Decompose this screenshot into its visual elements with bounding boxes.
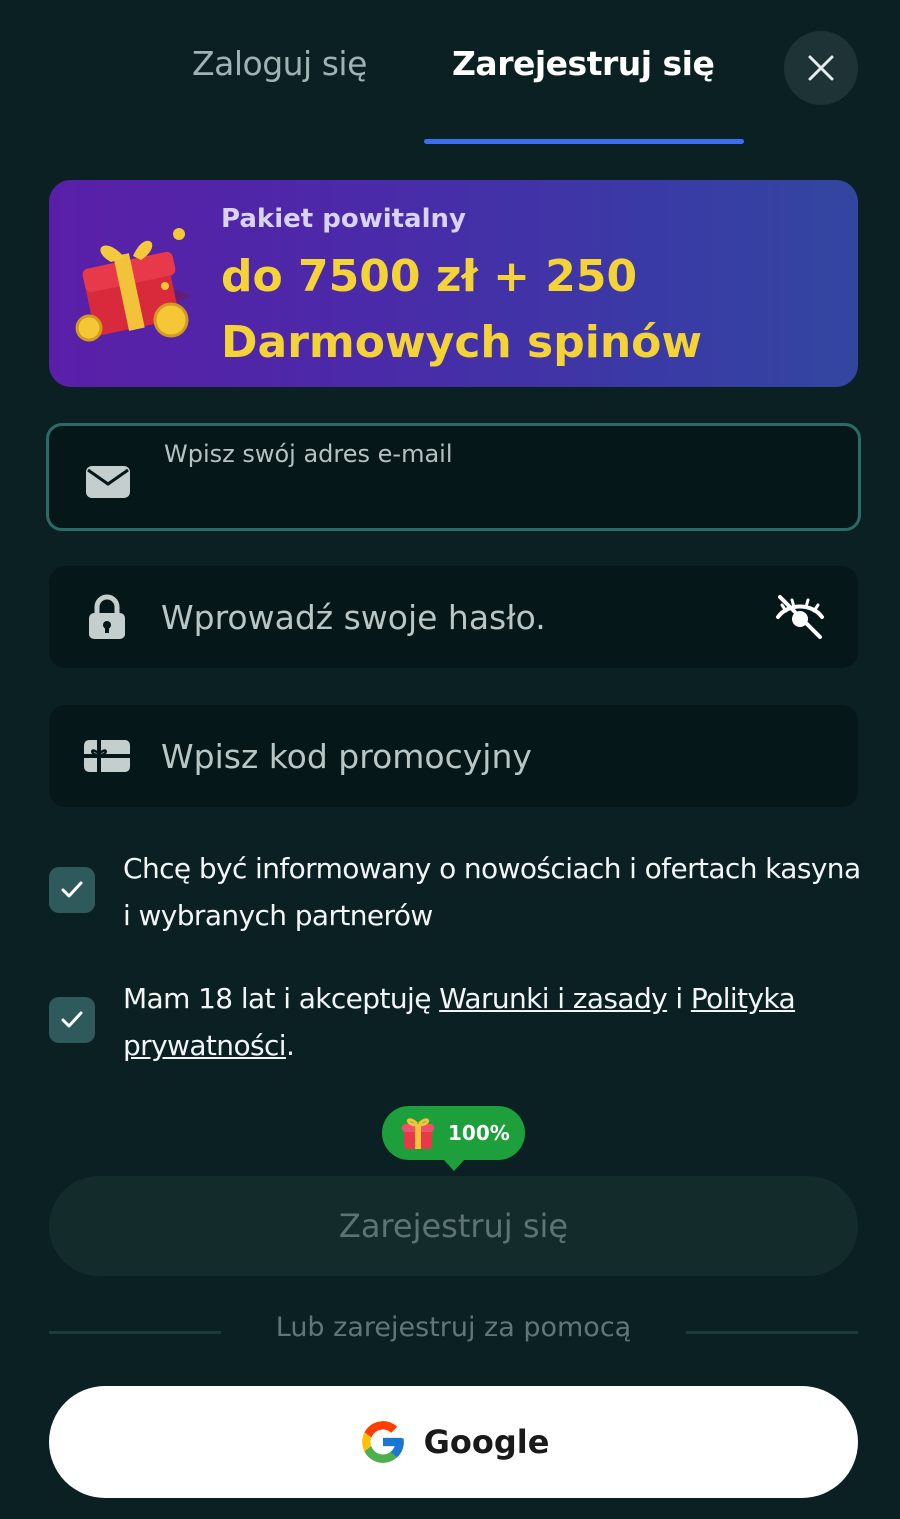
email-field-label: Wpisz swój adres e-mail [164, 440, 453, 468]
banner-kicker: Pakiet powitalny [221, 204, 466, 234]
gift-icon [402, 1118, 434, 1149]
checkmark-icon [61, 1011, 83, 1028]
eye-off-icon[interactable] [774, 591, 826, 643]
banner-title-line-1: do 7500 zł + 250 [221, 251, 638, 302]
newsletter-consent-text: Chcę być informowany o nowościach i ofer… [123, 852, 861, 932]
password-input[interactable] [161, 566, 761, 668]
gift-with-coins-icon [75, 228, 189, 342]
terms-text-before: Mam 18 lat i akceptuję [123, 982, 440, 1015]
registration-modal: Zaloguj się Zarejestruj się Pakiet powit… [0, 0, 900, 1519]
close-icon [808, 55, 834, 81]
banner-title-line-2: Darmowych spinów [221, 317, 703, 368]
close-button[interactable] [784, 31, 858, 105]
active-tab-indicator [424, 139, 744, 144]
tab-register[interactable]: Zarejestruj się [452, 44, 715, 83]
lock-icon [89, 594, 125, 639]
promo-code-field[interactable] [49, 705, 858, 807]
password-field[interactable] [49, 566, 858, 668]
google-button-label: Google [423, 1423, 550, 1461]
divider-line-right [686, 1331, 858, 1334]
alt-signup-divider-text: Lub zarejestruj za pomocą [275, 1312, 632, 1343]
google-icon [361, 1421, 404, 1463]
register-button[interactable]: Zarejestruj się [49, 1176, 858, 1276]
email-input[interactable] [161, 466, 761, 521]
checkmark-icon [61, 881, 83, 898]
terms-consent-text: Mam 18 lat i akceptuję Warunki i zasady … [123, 975, 863, 1069]
bonus-badge: 100% [382, 1106, 525, 1171]
newsletter-checkbox[interactable] [49, 867, 95, 913]
terms-text-middle: i [667, 982, 691, 1015]
envelope-icon [86, 466, 130, 498]
terms-link[interactable]: Warunki i zasady [439, 982, 668, 1015]
terms-checkbox[interactable] [49, 997, 95, 1043]
divider-line-left [49, 1331, 221, 1334]
terms-text-after: . [285, 1029, 295, 1062]
promo-code-input[interactable] [161, 705, 761, 807]
gift-card-icon [84, 740, 130, 772]
banner-title: do 7500 zł + 250 Darmowych spinów [221, 244, 702, 376]
welcome-bonus-banner: Pakiet powitalny do 7500 zł + 250 Darmow… [49, 180, 858, 387]
tab-login[interactable]: Zaloguj się [192, 44, 367, 83]
google-signup-button[interactable]: Google [49, 1386, 858, 1498]
bonus-badge-value: 100% [448, 1121, 510, 1145]
email-field[interactable]: Wpisz swój adres e-mail [46, 423, 861, 531]
